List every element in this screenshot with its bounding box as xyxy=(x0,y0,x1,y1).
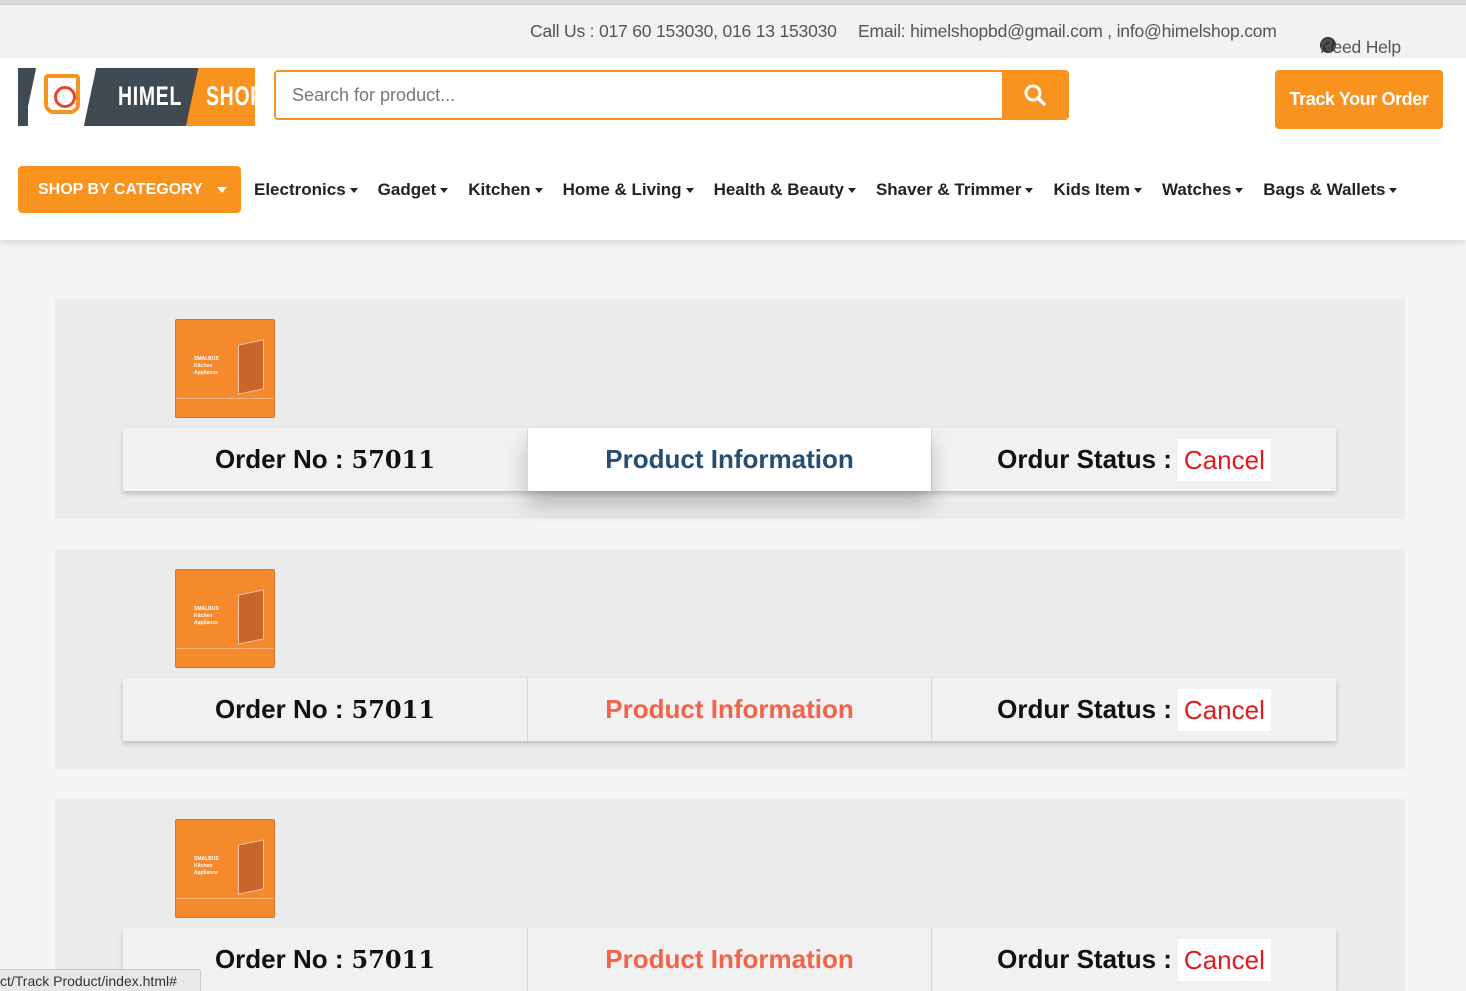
order-info-bar: Order No : 57011 Product Information Ord… xyxy=(123,928,1336,991)
logo-word-himel: HIMEL xyxy=(118,81,183,111)
search-icon xyxy=(1024,84,1046,106)
shop-by-category-button[interactable]: SHOP BY CATEGORY xyxy=(18,166,241,213)
order-info-bar: Order No : 57011 Product Information Ord… xyxy=(123,428,1336,491)
order-number-value: 57011 xyxy=(351,945,436,974)
order-number-label: Order No : xyxy=(214,694,344,724)
order-status-cell: Ordur Status : Cancel xyxy=(931,678,1336,741)
product-thumbnail[interactable]: SMALBUS Kitchen Appliance xyxy=(175,569,275,668)
search-box xyxy=(274,70,1069,120)
nav-item-bags-wallets[interactable]: Bags & Wallets xyxy=(1263,178,1398,202)
site-header: HIMEL SHOP Track Your Order SHOP BY CATE… xyxy=(0,58,1466,240)
caret-down-icon xyxy=(216,186,227,193)
caret-down-icon xyxy=(685,187,694,193)
order-number-value: 57011 xyxy=(351,445,436,474)
caret-down-icon xyxy=(847,187,856,193)
order-card: SMALBUS Kitchen Appliance Order No : 570… xyxy=(55,549,1405,769)
nav-item-kids-item[interactable]: Kids Item xyxy=(1053,178,1142,202)
order-status-label: Ordur Status : xyxy=(997,944,1172,974)
nav-item-watches[interactable]: Watches xyxy=(1162,178,1244,202)
status-badge: Cancel xyxy=(1177,938,1271,981)
order-info-bar: Order No : 57011 Product Information Ord… xyxy=(123,678,1336,741)
order-number-cell: Order No : 57011 xyxy=(123,678,527,741)
order-card: SMALBUS Kitchen Appliance Order No : 570… xyxy=(55,299,1405,519)
search-input[interactable] xyxy=(276,72,1006,118)
order-status-cell: Ordur Status : Cancel xyxy=(931,428,1336,491)
order-number-label: Order No : xyxy=(214,444,344,474)
product-information-tab[interactable]: Product Information xyxy=(527,928,931,991)
logo-mark-icon xyxy=(44,74,80,114)
product-information-label: Product Information xyxy=(605,944,854,974)
caret-down-icon xyxy=(1389,187,1398,193)
caret-down-icon xyxy=(1235,187,1244,193)
order-status-cell: Ordur Status : Cancel xyxy=(931,928,1336,991)
shop-by-category-label: SHOP BY CATEGORY xyxy=(38,180,203,198)
order-status-label: Ordur Status : xyxy=(997,694,1172,724)
caret-down-icon xyxy=(440,187,449,193)
search-button[interactable] xyxy=(1002,72,1067,118)
himel-shop-logo[interactable]: HIMEL SHOP xyxy=(18,68,255,126)
nav-item-gadget[interactable]: Gadget xyxy=(378,178,449,202)
need-help-label: Need Help xyxy=(1320,37,1401,57)
caret-down-icon xyxy=(1025,187,1034,193)
nav-item-shaver-trimmer[interactable]: Shaver & Trimmer xyxy=(876,178,1034,202)
nav-item-home-living[interactable]: Home & Living xyxy=(563,178,694,202)
logo-word-shop: SHOP xyxy=(206,81,255,111)
product-thumbnail[interactable]: SMALBUS Kitchen Appliance xyxy=(175,319,275,418)
category-nav: Electronics Gadget Kitchen Home & Living… xyxy=(254,178,1398,202)
track-your-order-button[interactable]: Track Your Order xyxy=(1275,70,1443,129)
caret-down-icon xyxy=(534,187,543,193)
call-us-text: Call Us : 017 60 153030, 016 13 153030 xyxy=(530,21,837,41)
product-information-label: Product Information xyxy=(605,694,854,724)
email-text: Email: himelshopbd@gmail.com , info@hime… xyxy=(858,21,1277,41)
order-card: SMALBUS Kitchen Appliance Order No : 570… xyxy=(55,799,1405,991)
order-number-label: Order No : xyxy=(214,944,344,974)
caret-down-icon xyxy=(1134,187,1142,193)
order-number-cell: Order No : 57011 xyxy=(123,428,527,491)
browser-status-url: ct/Track Product/index.html# xyxy=(0,969,201,991)
caret-down-icon xyxy=(349,187,358,193)
product-information-label: Product Information xyxy=(605,444,854,474)
order-status-label: Ordur Status : xyxy=(997,444,1172,474)
top-contact-bar: Call Us : 017 60 153030, 016 13 153030 E… xyxy=(0,5,1466,58)
order-number-value: 57011 xyxy=(351,695,436,724)
product-information-tab[interactable]: Product Information xyxy=(527,428,931,491)
product-thumbnail[interactable]: SMALBUS Kitchen Appliance xyxy=(175,819,275,918)
status-badge: Cancel xyxy=(1177,688,1271,731)
status-badge: Cancel xyxy=(1177,438,1271,481)
nav-item-electronics[interactable]: Electronics xyxy=(254,178,358,202)
nav-item-health-beauty[interactable]: Health & Beauty xyxy=(714,178,856,202)
product-information-tab[interactable]: Product Information xyxy=(527,678,931,741)
nav-item-kitchen[interactable]: Kitchen xyxy=(468,178,543,202)
